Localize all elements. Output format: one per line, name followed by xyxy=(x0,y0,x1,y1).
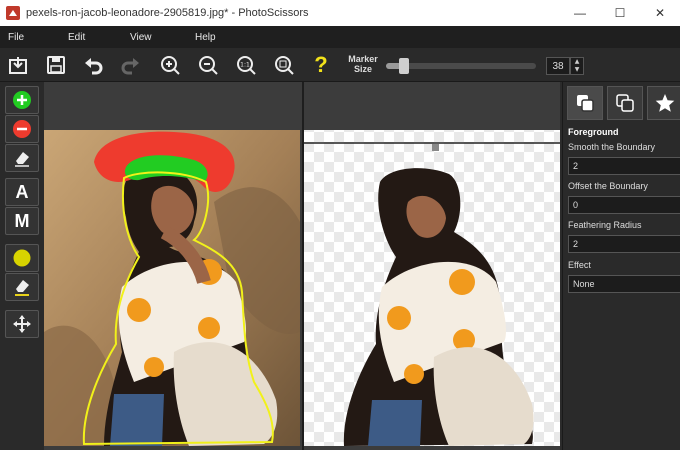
source-canvas[interactable] xyxy=(44,82,302,450)
tab-effects[interactable] xyxy=(647,86,680,120)
settings-panel: Foreground Smooth the Boundary 2 Offset … xyxy=(562,82,680,450)
boundary-eraser-button[interactable] xyxy=(5,273,39,301)
eraser-icon xyxy=(15,152,29,167)
smooth-boundary-label: Smooth the Boundary xyxy=(568,142,656,152)
boundary-marker-button[interactable] xyxy=(5,244,39,272)
foreground-marker-button[interactable] xyxy=(5,86,39,114)
marker-size-label: Marker Size xyxy=(348,54,378,74)
eraser-underline-icon xyxy=(15,280,29,296)
fit-icon xyxy=(275,56,294,75)
effect-select[interactable]: None xyxy=(568,275,680,293)
zoom-in-icon xyxy=(161,56,180,75)
yellow-circle-icon xyxy=(13,249,31,267)
actual-size-icon: 1:1 xyxy=(237,56,256,75)
manual-mode-button[interactable]: M xyxy=(5,207,39,235)
auto-mode-label: A xyxy=(15,181,29,202)
app-icon xyxy=(6,6,20,20)
auto-mode-button[interactable]: A xyxy=(5,178,39,206)
menu-bar: File Edit View Help xyxy=(0,26,680,48)
minimize-button[interactable]: — xyxy=(560,0,600,26)
maximize-button[interactable]: ☐ xyxy=(600,0,640,26)
left-toolbar: A M xyxy=(0,82,44,450)
undo-button[interactable] xyxy=(80,52,106,78)
effect-label: Effect xyxy=(568,260,591,270)
result-canvas[interactable] xyxy=(304,82,560,450)
undo-icon xyxy=(85,58,103,75)
background-marker-button[interactable] xyxy=(5,115,39,143)
layers-icon xyxy=(577,95,594,112)
offset-boundary-input[interactable]: 0 xyxy=(568,196,680,214)
tab-foreground[interactable] xyxy=(567,86,603,120)
plus-circle-icon xyxy=(13,91,31,109)
foreground-section-title: Foreground xyxy=(568,127,619,137)
feathering-radius-label: Feathering Radius xyxy=(568,220,642,230)
open-button[interactable] xyxy=(5,52,31,78)
layers-outline-icon xyxy=(616,94,634,112)
help-icon: ? xyxy=(314,52,328,77)
close-button[interactable]: ✕ xyxy=(640,0,680,26)
menu-view[interactable]: View xyxy=(130,32,152,43)
zoom-out-button[interactable] xyxy=(195,52,221,78)
tab-background[interactable] xyxy=(607,86,643,120)
star-icon xyxy=(655,94,675,112)
source-photo xyxy=(44,130,300,447)
manual-mode-label: M xyxy=(14,210,30,231)
zoom-in-button[interactable] xyxy=(157,52,183,78)
redo-icon xyxy=(121,58,139,75)
save-icon xyxy=(47,56,65,74)
svg-text:1:1: 1:1 xyxy=(240,62,250,69)
marker-size-spinner[interactable]: ▲ ▼ xyxy=(570,57,584,75)
feathering-radius-input[interactable]: 2 xyxy=(568,235,680,253)
window-title: pexels-ron-jacob-leonadore-2905819.jpg* … xyxy=(26,7,309,19)
marker-size-slider-thumb[interactable] xyxy=(399,58,409,74)
minus-circle-icon xyxy=(13,120,31,138)
marker-size-input[interactable]: 38 xyxy=(546,57,570,75)
help-button[interactable]: ? xyxy=(308,52,334,78)
pan-button[interactable] xyxy=(5,310,39,338)
open-icon xyxy=(9,57,27,74)
menu-file[interactable]: File xyxy=(8,32,24,43)
eraser-button[interactable] xyxy=(5,144,39,172)
save-button[interactable] xyxy=(43,52,69,78)
result-preview xyxy=(304,130,560,446)
offset-boundary-label: Offset the Boundary xyxy=(568,181,648,191)
menu-edit[interactable]: Edit xyxy=(68,32,85,43)
actual-size-button[interactable]: 1:1 xyxy=(233,52,259,78)
redo-button[interactable] xyxy=(118,52,144,78)
title-bar: pexels-ron-jacob-leonadore-2905819.jpg* … xyxy=(0,0,680,26)
app-window: pexels-ron-jacob-leonadore-2905819.jpg* … xyxy=(0,0,680,450)
fit-button[interactable] xyxy=(271,52,297,78)
smooth-boundary-input[interactable]: 2 xyxy=(568,157,680,175)
move-icon xyxy=(13,315,31,333)
zoom-out-icon xyxy=(199,56,218,75)
menu-help[interactable]: Help xyxy=(195,32,216,43)
